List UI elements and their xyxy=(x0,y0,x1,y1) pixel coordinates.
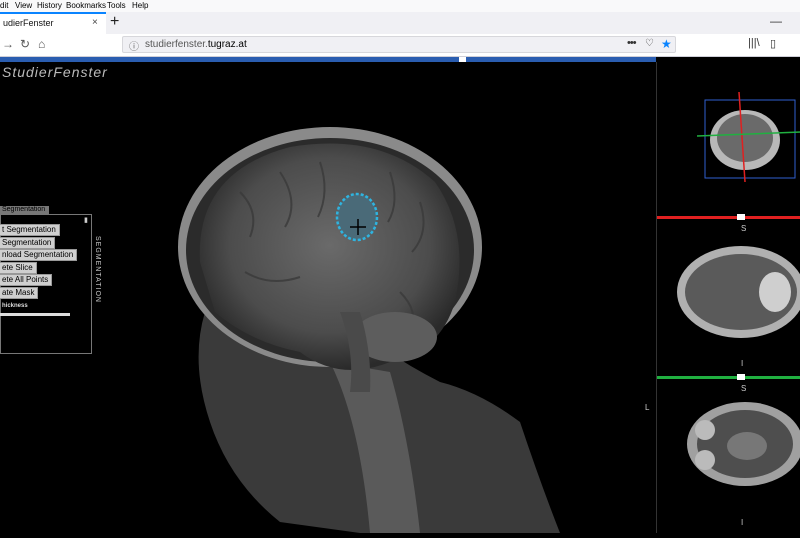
axial-view[interactable] xyxy=(675,244,800,340)
delete-all-points-button[interactable]: ete All Points xyxy=(0,274,53,286)
start-segmentation-button[interactable]: t Segmentation xyxy=(0,224,60,236)
coronal-slice-handle[interactable] xyxy=(737,374,745,380)
home-icon[interactable]: ⌂ xyxy=(38,37,45,51)
coronal-bottom-label: I xyxy=(741,518,744,527)
minimize-icon[interactable]: — xyxy=(770,14,782,28)
tab-strip: udierFenster × + — xyxy=(0,12,800,35)
download-segmentation-button[interactable]: nload Segmentation xyxy=(0,249,78,261)
coronal-top-label: S xyxy=(741,384,747,393)
reload-icon[interactable]: ↻ xyxy=(20,37,30,51)
coronal-slice-bar[interactable] xyxy=(657,374,800,380)
thickness-label: hickness xyxy=(2,303,28,309)
close-icon[interactable]: × xyxy=(92,17,98,28)
menu-tools[interactable]: Tools xyxy=(107,1,126,10)
menu-bookmarks[interactable]: Bookmarks xyxy=(66,1,106,10)
new-tab-button[interactable]: + xyxy=(110,13,119,31)
tab-title: udierFenster xyxy=(3,18,54,28)
library-icon[interactable]: |||\ xyxy=(748,37,760,49)
tab-studierfenster[interactable]: udierFenster × xyxy=(0,12,106,34)
bookmark-star-icon[interactable]: ★ xyxy=(661,37,672,51)
axial-bottom-label: I xyxy=(741,359,744,368)
menu-edit[interactable]: dit xyxy=(0,1,8,10)
nav-bar: → ↻ ⌂ ⓘ studierfenster.tugraz.at ••• ♡ ★… xyxy=(0,34,800,57)
pin-icon[interactable]: ▮ xyxy=(84,216,88,224)
axial-slice-handle[interactable] xyxy=(737,214,745,220)
slice-slider[interactable] xyxy=(0,57,656,62)
info-icon[interactable]: ⓘ xyxy=(129,38,139,53)
page-actions-icon[interactable]: ••• xyxy=(627,37,637,49)
thickness-slider[interactable] xyxy=(0,313,70,316)
url-text: studierfenster.tugraz.at xyxy=(145,39,247,50)
app-logo: StudierFenster xyxy=(2,64,108,80)
create-mask-button[interactable]: ate Mask xyxy=(0,287,39,299)
menu-view[interactable]: View xyxy=(15,1,32,10)
coronal-view[interactable] xyxy=(681,400,800,490)
axial-top-label: S xyxy=(741,224,747,233)
menu-history[interactable]: History xyxy=(37,1,62,10)
side-views-panel: S I S I xyxy=(656,62,800,533)
orientation-left-label: L xyxy=(645,403,650,412)
segmentation-vertical-label: SEGMENTATION xyxy=(94,236,101,303)
segmentation-button[interactable]: Segmentation xyxy=(0,237,56,249)
forward-icon[interactable]: → xyxy=(2,37,14,51)
menu-help[interactable]: Help xyxy=(132,1,148,10)
sidebar-icon[interactable]: ▯ xyxy=(770,37,776,50)
delete-slice-button[interactable]: ete Slice xyxy=(0,262,37,274)
slice-slider-handle[interactable] xyxy=(459,57,466,62)
url-bar[interactable]: ⓘ studierfenster.tugraz.at ••• ♡ ★ xyxy=(122,36,676,53)
pocket-icon[interactable]: ♡ xyxy=(645,38,654,49)
axial-slice-bar[interactable] xyxy=(657,214,800,220)
3d-view[interactable] xyxy=(697,92,800,182)
menu-bar: dit View History Bookmarks Tools Help xyxy=(0,0,800,12)
